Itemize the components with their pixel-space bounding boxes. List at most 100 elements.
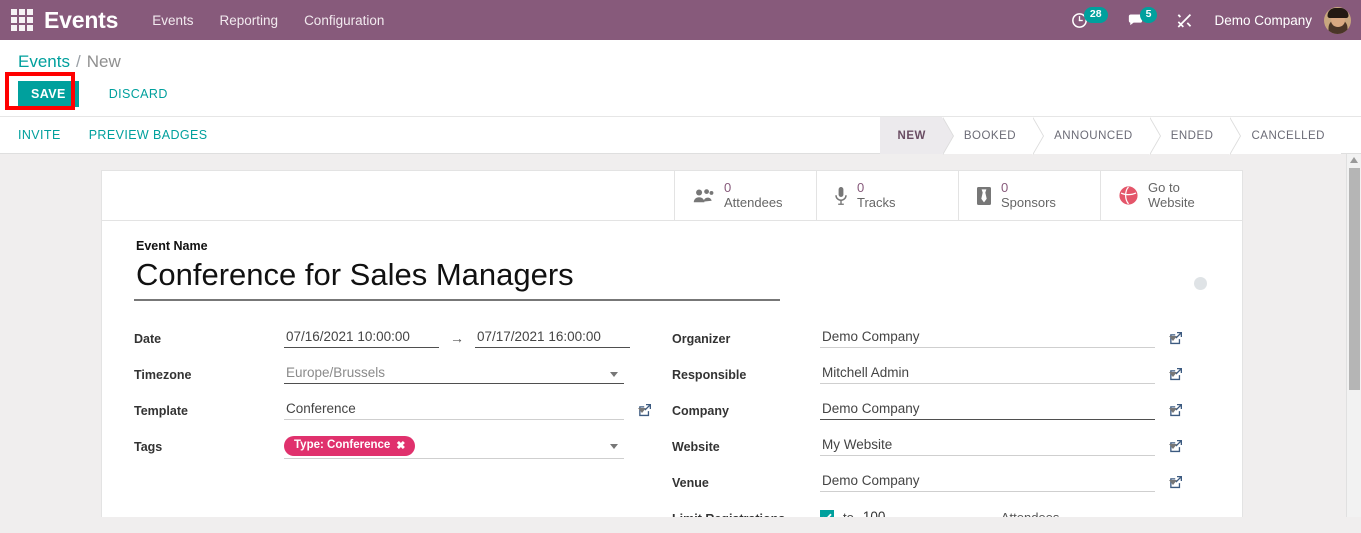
user-avatar[interactable] [1324,6,1351,34]
stage-chevron [941,117,953,155]
limit-registrations-field: to Attendees [820,507,1059,517]
stage-chevron [1229,117,1241,155]
kanban-state-indicator[interactable] [1194,277,1207,290]
scrollbar-thumb[interactable] [1349,168,1360,390]
messaging-menu[interactable]: 5 [1126,7,1158,30]
breadcrumb-root-events[interactable]: Events [18,52,70,72]
stage-cancelled[interactable]: CANCELLED [1229,117,1341,155]
stage-statusbar: NEW BOOKED ANNOUNCED ENDED CANCELLED [879,117,1341,155]
venue-label: Venue [672,476,709,490]
discard-button[interactable]: DISCARD [109,87,168,101]
breadcrumb-separator: / [75,52,81,71]
organizer-external-link-icon[interactable] [1169,331,1183,345]
company-input[interactable] [820,399,1155,420]
form-sheet: 0 Attendees 0 Tracks 0 Sponsors Go to We… [101,170,1243,517]
organizer-input[interactable] [820,327,1155,348]
date-end-input[interactable] [475,327,630,348]
website-field [820,435,1183,456]
organizer-field [820,327,1183,348]
menu-item-reporting[interactable]: Reporting [220,13,279,28]
scroll-up-arrow-icon[interactable] [1350,157,1358,163]
tags-field: Type: Conference ✖ [284,435,624,459]
company-external-link-icon[interactable] [1169,403,1183,417]
company-field [820,399,1183,420]
breadcrumb-current-new: New [86,52,121,71]
date-label: Date [134,332,162,346]
organizer-label: Organizer [672,332,731,346]
template-label: Template [134,404,188,418]
form-body: Event Name Date → [102,221,1242,517]
website-external-link-icon[interactable] [1169,439,1183,453]
globe-icon [1118,185,1139,206]
menu-item-configuration[interactable]: Configuration [304,13,384,28]
record-action-buttons: SAVE DISCARD [0,72,1361,116]
tag-remove-icon[interactable]: ✖ [396,439,405,452]
form-column-right: Organizer Demo Company Responsible Mitch… [672,327,1210,517]
field-row-venue: Venue [672,471,1210,497]
venue-input[interactable] [820,471,1155,492]
activity-menu[interactable]: 28 [1070,7,1108,30]
chevron-down-icon [610,444,618,449]
app-brand-title[interactable]: Events [44,7,118,34]
stat-button-box: 0 Attendees 0 Tracks 0 Sponsors Go to We… [102,171,1242,221]
avatar-hair [1327,7,1348,18]
stage-ended[interactable]: ENDED [1148,117,1242,155]
stage-label: CANCELLED [1251,130,1325,142]
microphone-icon [834,186,848,206]
stat-button-sponsors[interactable]: 0 Sponsors [958,171,1100,220]
responsible-external-link-icon[interactable] [1169,367,1183,381]
event-name-input[interactable] [134,255,780,301]
invite-button[interactable]: INVITE [18,128,61,142]
save-button[interactable]: SAVE [18,81,79,107]
stage-label: ENDED [1170,130,1214,142]
field-row-company: Company [672,399,1210,425]
venue-external-link-icon[interactable] [1169,475,1183,489]
responsible-input[interactable] [820,363,1155,384]
company-switcher[interactable]: Demo Company [1214,13,1312,28]
stage-label: BOOKED [963,130,1017,142]
form-content-area: 0 Attendees 0 Tracks 0 Sponsors Go to We… [0,154,1361,517]
vertical-scrollbar[interactable] [1346,154,1361,517]
stage-booked[interactable]: BOOKED [941,117,1045,155]
wrench-tools-icon [1178,13,1192,28]
responsible-label: Responsible [672,368,747,382]
template-input[interactable] [284,399,624,420]
sponsors-count: 0 [1001,179,1009,195]
attendees-label: Attendees [724,194,783,210]
stage-new[interactable]: NEW [879,117,954,155]
stage-announced[interactable]: ANNOUNCED [1032,117,1161,155]
date-begin-input[interactable] [284,327,439,348]
stat-button-go-to-website[interactable]: Go to Website [1100,171,1242,220]
field-row-responsible: Responsible [672,363,1210,389]
date-range-arrow-icon: → [450,329,464,346]
template-external-link-icon[interactable] [638,403,652,417]
limit-unit-label: Attendees [1000,509,1060,518]
activity-count-badge: 28 [1083,7,1108,23]
stat-button-attendees[interactable]: 0 Attendees [674,171,816,220]
sheet-background: 0 Attendees 0 Tracks 0 Sponsors Go to We… [0,154,1361,517]
field-row-limit-registrations: Limit Registrations to Attendees [672,507,1210,517]
date-field: → [284,327,630,348]
template-field [284,399,652,420]
venue-field [820,471,1183,492]
seats-max-input[interactable] [860,507,986,517]
website-input[interactable] [820,435,1155,456]
timezone-select[interactable] [284,363,624,384]
preview-badges-button[interactable]: PREVIEW BADGES [89,128,208,142]
apps-grid-icon[interactable] [10,8,34,32]
message-count-badge: 5 [1139,7,1158,23]
field-row-tags: Tags Type: Conference ✖ [134,435,672,461]
limit-registrations-checkbox[interactable] [820,510,834,517]
stat-text: Go to Website [1148,180,1195,211]
breadcrumb: Events / New [0,40,1361,76]
menu-item-events[interactable]: Events [152,13,193,28]
stat-button-tracks[interactable]: 0 Tracks [816,171,958,220]
limit-registrations-label: Limit Registrations [672,507,820,517]
tags-input-area[interactable]: Type: Conference ✖ [284,435,624,459]
form-columns: Date → Timezone [134,327,1210,517]
stage-label: ANNOUNCED [1054,130,1133,142]
debug-menu[interactable] [1175,11,1194,30]
stage-label: NEW [897,130,926,142]
tag-chip-type-conference[interactable]: Type: Conference ✖ [284,435,415,456]
systray: 28 5 Demo Company [1052,0,1361,40]
